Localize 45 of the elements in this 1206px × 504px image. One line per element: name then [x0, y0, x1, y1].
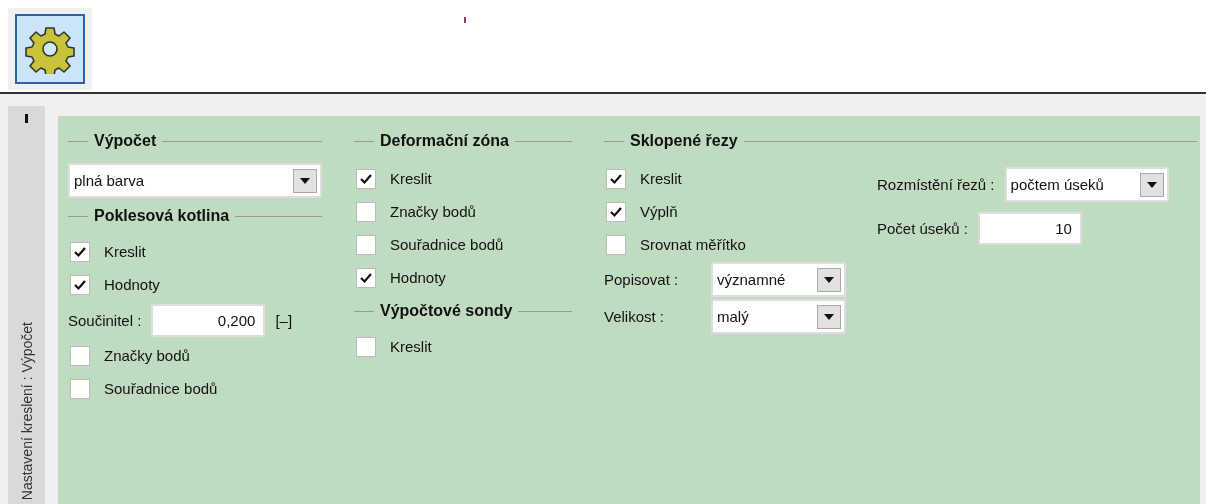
checkbox-label[interactable]: Hodnoty [390, 269, 446, 286]
checkbox[interactable] [606, 201, 626, 222]
dropdown[interactable]: významné [711, 262, 846, 297]
checkbox-label[interactable]: Souřadnice bodů [390, 236, 504, 253]
field-label: Součinitel : [68, 311, 142, 329]
checkbox-label[interactable]: Kreslit [390, 170, 432, 187]
checkbox-label[interactable]: Značky bodů [390, 203, 476, 220]
checkbox[interactable] [70, 345, 90, 366]
field-label: Rozmístění řezů : [877, 176, 995, 193]
checkbox[interactable] [356, 234, 376, 255]
checkbox[interactable] [70, 274, 90, 295]
checkbox-label[interactable]: Kreslit [640, 170, 682, 187]
number-field[interactable]: 10 [977, 211, 1082, 245]
group-title: Sklopené řezy [630, 132, 738, 150]
checkbox[interactable] [356, 201, 376, 222]
field-label: Počet úseků : [877, 219, 968, 237]
settings-button[interactable] [8, 8, 92, 90]
dropdown[interactable]: plná barva [68, 163, 322, 198]
field-label: Velikost : [604, 308, 666, 325]
checkbox[interactable] [606, 234, 626, 255]
checkbox-label[interactable]: Výplň [640, 203, 678, 220]
checkbox-label[interactable]: Kreslit [390, 338, 432, 355]
group-title: Poklesová kotlina [94, 207, 230, 225]
checkbox-label[interactable]: Srovnat měřítko [640, 236, 746, 253]
field-label: Popisovat : [604, 271, 680, 288]
dropdown[interactable]: malý [711, 299, 846, 334]
gear-icon [17, 16, 83, 82]
checkbox-label[interactable]: Kreslit [104, 243, 146, 260]
checkbox[interactable] [70, 241, 90, 262]
checkbox-label[interactable]: Souřadnice bodů [104, 380, 218, 397]
unit-label: [–] [275, 311, 293, 329]
tick-mark [25, 114, 28, 123]
dropdown[interactable]: počtem úseků [1004, 167, 1169, 202]
number-field[interactable]: 0,200 [151, 303, 266, 337]
group-title: Výpočet [94, 132, 157, 150]
group-title: Deformační zóna [380, 132, 509, 150]
checkbox-label[interactable]: Značky bodů [104, 347, 190, 364]
checkbox[interactable] [70, 378, 90, 399]
checkbox[interactable] [356, 168, 376, 189]
group-title: Výpočtové sondy [380, 302, 513, 320]
tick-mark [464, 17, 466, 23]
checkbox[interactable] [606, 168, 626, 189]
checkbox[interactable] [356, 336, 376, 357]
checkbox-label[interactable]: Hodnoty [104, 276, 160, 293]
checkbox[interactable] [356, 267, 376, 288]
